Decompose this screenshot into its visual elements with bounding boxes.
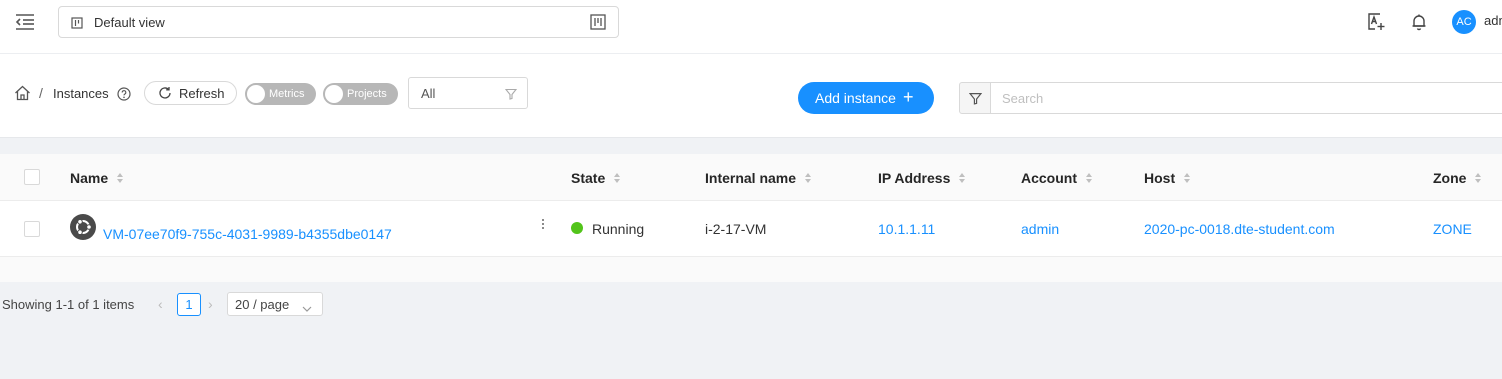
instance-host-link[interactable]: 2020-pc-0018.dte-student.com xyxy=(1144,221,1335,237)
metrics-toggle[interactable]: Metrics xyxy=(245,83,316,105)
menu-fold-icon[interactable] xyxy=(14,12,36,32)
running-status-dot xyxy=(571,222,583,234)
instance-account-link[interactable]: admin xyxy=(1021,221,1059,237)
board-icon[interactable] xyxy=(590,14,606,33)
table-footer xyxy=(0,257,1502,282)
column-header-internal-name[interactable]: Internal name xyxy=(705,170,812,186)
column-header-name[interactable]: Name xyxy=(70,170,124,186)
saved-view-select[interactable]: Default view xyxy=(58,6,619,38)
projects-toggle-label: Projects xyxy=(347,88,387,100)
user-name[interactable]: admin xyxy=(1484,13,1502,28)
search-filter-button[interactable] xyxy=(959,82,991,114)
breadcrumb-current: Instances xyxy=(53,86,109,101)
row-checkbox[interactable] xyxy=(24,221,40,237)
add-instance-label: Add instance xyxy=(815,90,896,106)
question-circle-icon[interactable] xyxy=(117,87,131,104)
table-header: Name State Internal name IP Address Acco… xyxy=(0,154,1502,201)
instance-ip-link[interactable]: 10.1.1.11 xyxy=(878,221,935,237)
sort-icon xyxy=(614,172,621,184)
sort-icon xyxy=(1086,172,1093,184)
filter-icon xyxy=(969,93,982,105)
ubuntu-icon xyxy=(70,214,96,240)
instance-zone-link[interactable]: ZONE xyxy=(1433,221,1472,237)
instance-name-link[interactable]: VM-07ee70f9-755c-4031-9989-b4355dbe0147 xyxy=(103,226,392,242)
sort-icon xyxy=(805,172,812,184)
instance-state: Running xyxy=(592,221,645,237)
more-vertical-icon[interactable] xyxy=(538,217,548,233)
reload-icon xyxy=(158,86,172,103)
filter-icon xyxy=(504,87,518,103)
sort-icon xyxy=(1184,172,1191,184)
translate-icon[interactable] xyxy=(1366,12,1386,32)
instance-internal-name: i-2-17-VM xyxy=(705,221,767,237)
toggle-knob xyxy=(247,85,265,103)
board-icon xyxy=(71,16,83,32)
top-header: Default view AC admin xyxy=(0,0,1502,54)
search-input[interactable] xyxy=(990,82,1502,114)
chevron-right-icon[interactable]: › xyxy=(208,296,213,312)
projects-toggle[interactable]: Projects xyxy=(323,83,398,105)
column-header-zone[interactable]: Zone xyxy=(1433,170,1482,186)
instances-table: Name State Internal name IP Address Acco… xyxy=(0,154,1502,282)
table-row: VM-07ee70f9-755c-4031-9989-b4355dbe0147 … xyxy=(0,201,1502,257)
toolbar: / Instances Refresh Metrics Projects All… xyxy=(0,54,1502,138)
add-instance-button[interactable]: Add instance + xyxy=(798,82,934,114)
sort-icon xyxy=(1475,172,1482,184)
breadcrumb-separator: / xyxy=(39,85,43,101)
refresh-label: Refresh xyxy=(179,86,225,101)
page-size-select[interactable]: 20 / page xyxy=(227,292,323,316)
avatar[interactable]: AC xyxy=(1452,10,1476,34)
pagination-page-1[interactable]: 1 xyxy=(177,293,201,316)
select-all-checkbox[interactable] xyxy=(24,169,40,185)
sort-icon xyxy=(117,172,124,184)
sort-icon xyxy=(959,172,966,184)
column-header-host[interactable]: Host xyxy=(1144,170,1191,186)
saved-view-label: Default view xyxy=(94,15,165,30)
chevron-left-icon[interactable]: ‹ xyxy=(158,296,163,312)
refresh-button[interactable]: Refresh xyxy=(144,81,237,105)
plus-icon: + xyxy=(903,87,914,107)
toggle-knob xyxy=(325,85,343,103)
filter-select-value: All xyxy=(421,86,436,101)
pagination-total: Showing 1-1 of 1 items xyxy=(2,297,135,312)
page-size-value: 20 / page xyxy=(235,297,290,312)
column-header-ip-address[interactable]: IP Address xyxy=(878,170,966,186)
home-icon[interactable] xyxy=(14,85,31,104)
instance-filter-select[interactable]: All xyxy=(408,77,528,109)
bell-icon[interactable] xyxy=(1409,12,1429,32)
column-header-state[interactable]: State xyxy=(571,170,621,186)
column-header-account[interactable]: Account xyxy=(1021,170,1093,186)
metrics-toggle-label: Metrics xyxy=(269,88,305,100)
chevron-down-icon xyxy=(302,300,312,316)
